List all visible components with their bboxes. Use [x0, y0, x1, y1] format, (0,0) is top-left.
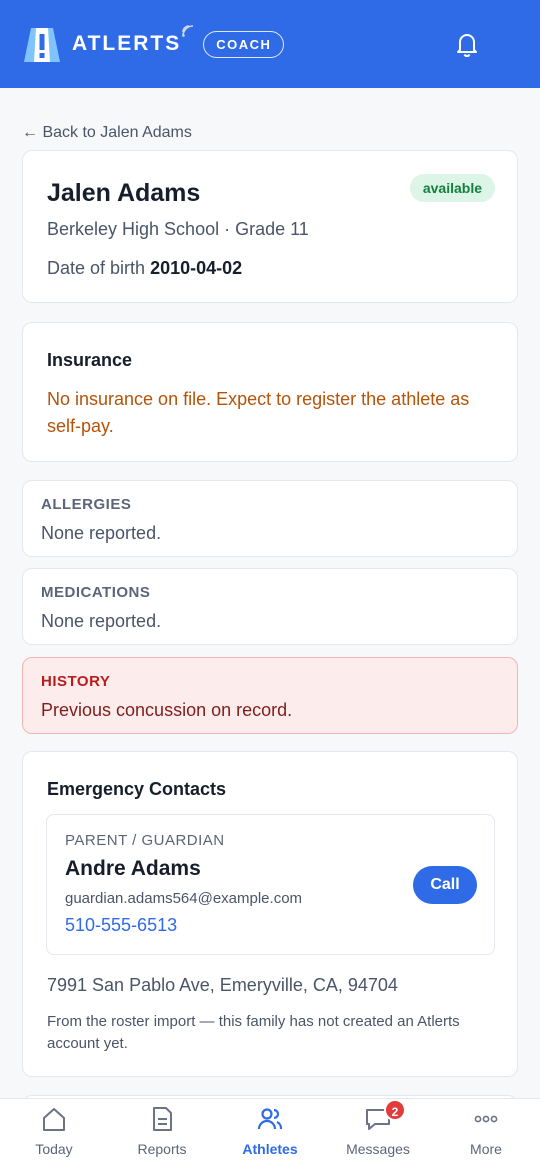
- app-header: ATLERTS COACH: [0, 0, 540, 88]
- contact-name: Andre Adams: [65, 857, 201, 880]
- allergies-label: ALLERGIES: [41, 496, 132, 513]
- status-badge: available: [409, 174, 495, 202]
- contact-address: 7991 San Pablo Ave, Emeryville, CA, 9470…: [47, 975, 398, 995]
- bell-icon[interactable]: [452, 29, 482, 59]
- tab-athletes-label: Athletes: [242, 1141, 298, 1157]
- tab-reports[interactable]: Reports: [108, 1099, 216, 1169]
- bottom-tab-bar: Today Reports Athletes Messages More 2: [0, 1098, 540, 1169]
- contact-email[interactable]: guardian.adams564@example.com: [65, 890, 302, 907]
- document-icon: [153, 1107, 172, 1131]
- athlete-profile-card: Jalen Adams available Berkeley High Scho…: [22, 150, 518, 303]
- emergency-contacts-title: Emergency Contacts: [47, 779, 227, 799]
- history-label: HISTORY: [41, 673, 111, 690]
- home-icon: [43, 1108, 65, 1131]
- contact-role: PARENT / GUARDIAN: [65, 832, 225, 849]
- tab-messages[interactable]: Messages: [324, 1099, 432, 1169]
- dob-value: 2010-04-02: [150, 258, 243, 278]
- brand-name: ATLERTS: [72, 25, 194, 56]
- tab-messages-label: Messages: [346, 1141, 410, 1157]
- allergies-text: None reported.: [41, 523, 162, 543]
- contact-phone-link[interactable]: 510-555-6513: [65, 915, 177, 936]
- insurance-warning: No insurance on file. Expect to register…: [47, 389, 470, 436]
- users-icon: [257, 1108, 283, 1130]
- tab-today[interactable]: Today: [0, 1099, 108, 1169]
- contact-card: PARENT / GUARDIAN Andre Adams guardian.a…: [46, 814, 495, 955]
- allergies-card: ALLERGIES None reported.: [22, 480, 518, 557]
- tab-more-label: More: [470, 1141, 502, 1157]
- emergency-contacts-card: Emergency Contacts PARENT / GUARDIAN And…: [22, 751, 518, 1077]
- date-of-birth: Date of birth 2010-04-02: [47, 258, 242, 279]
- roster-import-note: From the roster import — this family has…: [47, 1013, 460, 1052]
- tab-more[interactable]: More: [432, 1099, 540, 1169]
- insurance-title: Insurance: [47, 350, 133, 370]
- tab-today-label: Today: [35, 1141, 73, 1157]
- medications-text: None reported.: [41, 611, 162, 631]
- medications-label: MEDICATIONS: [41, 584, 151, 601]
- atlerts-logo-icon: [22, 24, 62, 64]
- tab-athletes[interactable]: Athletes: [216, 1099, 324, 1169]
- athlete-detail: ← Back to Jalen Adams Jalen Adams availa…: [0, 88, 540, 1098]
- history-text: Previous concussion on record.: [41, 700, 293, 720]
- tab-reports-label: Reports: [137, 1141, 187, 1157]
- messages-badge: 2: [384, 1099, 406, 1121]
- call-button[interactable]: Call: [413, 866, 477, 904]
- more-icon: [474, 1115, 498, 1123]
- role-badge: COACH: [203, 30, 285, 58]
- school-grade: Berkeley High School · Grade 11: [47, 219, 309, 239]
- signal-icon: [182, 25, 194, 37]
- history-card: HISTORY Previous concussion on record.: [22, 657, 518, 734]
- dob-label: Date of birth: [47, 258, 146, 278]
- back-link[interactable]: ← Back to Jalen Adams: [22, 124, 192, 142]
- medications-card: MEDICATIONS None reported.: [22, 568, 518, 645]
- athlete-name: Jalen Adams: [47, 179, 201, 207]
- insurance-card: Insurance No insurance on file. Expect t…: [22, 322, 518, 462]
